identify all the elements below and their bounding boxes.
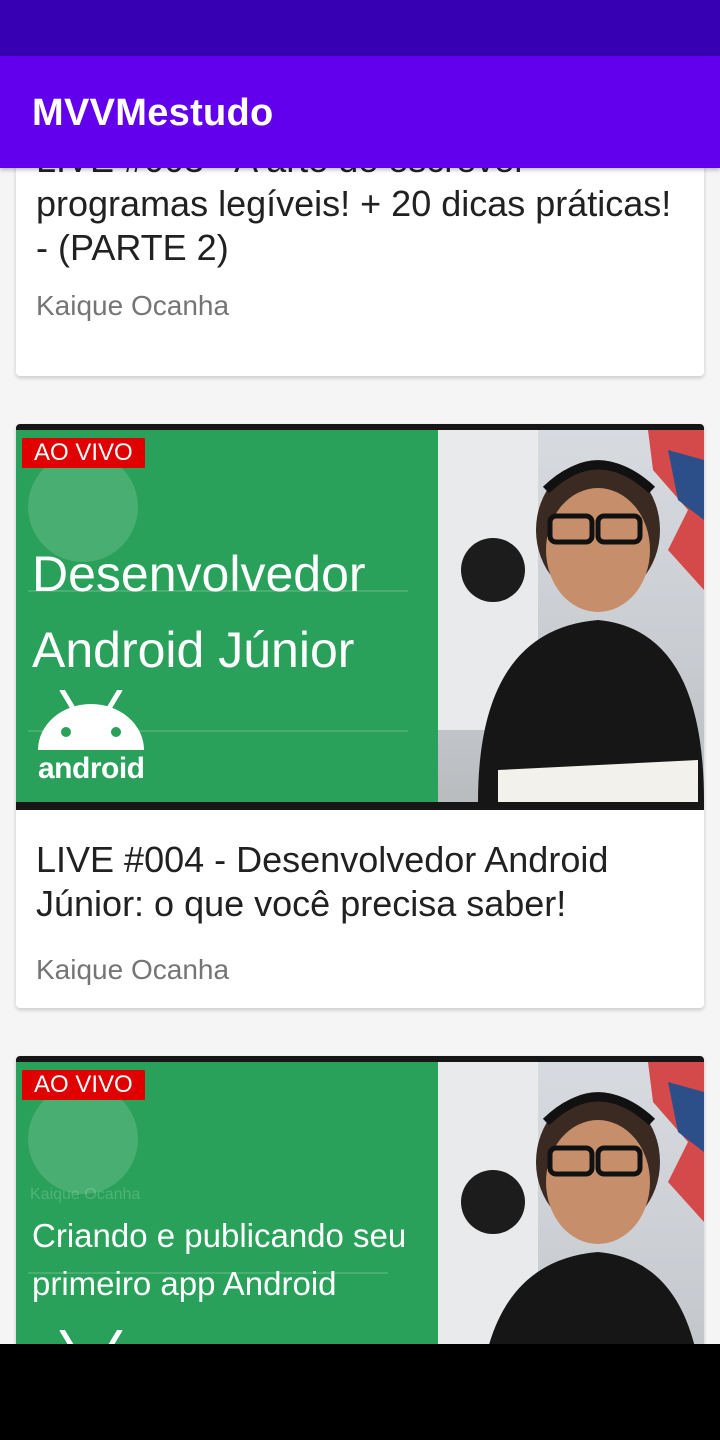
thumbnail-headline: Criando e publicando seu primeiro app An… (32, 1217, 407, 1302)
video-list[interactable]: LIVE #003 - A arte de escrever programas… (0, 168, 720, 1344)
video-thumbnail[interactable]: Kaique Ocanha AO VIVO Criando e publican… (16, 1056, 704, 1344)
presenter-photo (438, 430, 704, 802)
status-bar (0, 0, 720, 56)
faint-profile-name: Kaique Ocanha (30, 1186, 141, 1203)
video-title: LIVE #003 - A arte de escrever programas… (36, 168, 672, 268)
thumbnail-headline: Desenvolvedor Android Júnior (32, 546, 366, 678)
android-robot-icon (59, 1330, 123, 1344)
video-card[interactable]: LIVE #003 - A arte de escrever programas… (16, 168, 704, 376)
faint-profile-circle (28, 1084, 138, 1194)
video-card[interactable]: Kaique Ocanha AO VIVO Criando e publican… (16, 1056, 704, 1344)
video-thumbnail[interactable]: AO VIVO Desenvolvedor Android Júnior and… (16, 424, 704, 810)
presenter-illustration (438, 430, 704, 802)
android-wordmark: android (38, 752, 145, 785)
app-title: MVVMestudo (32, 92, 274, 134)
presenter-illustration (438, 1062, 704, 1344)
video-card[interactable]: AO VIVO Desenvolvedor Android Júnior and… (16, 424, 704, 1008)
video-author: Kaique Ocanha (36, 290, 230, 321)
app-bar: MVVMestudo (0, 56, 720, 168)
live-badge: AO VIVO (22, 1070, 145, 1100)
navigation-bar (0, 1344, 720, 1440)
video-title: LIVE #004 - Desenvolvedor Android Júnior… (36, 839, 609, 924)
thumbnail-green-panel: Kaique Ocanha AO VIVO Criando e publican… (16, 1062, 438, 1344)
live-badge: AO VIVO (22, 438, 145, 468)
video-author: Kaique Ocanha (36, 954, 230, 985)
presenter-photo (438, 1062, 704, 1344)
thumbnail-green-panel: AO VIVO Desenvolvedor Android Júnior and… (16, 430, 438, 802)
